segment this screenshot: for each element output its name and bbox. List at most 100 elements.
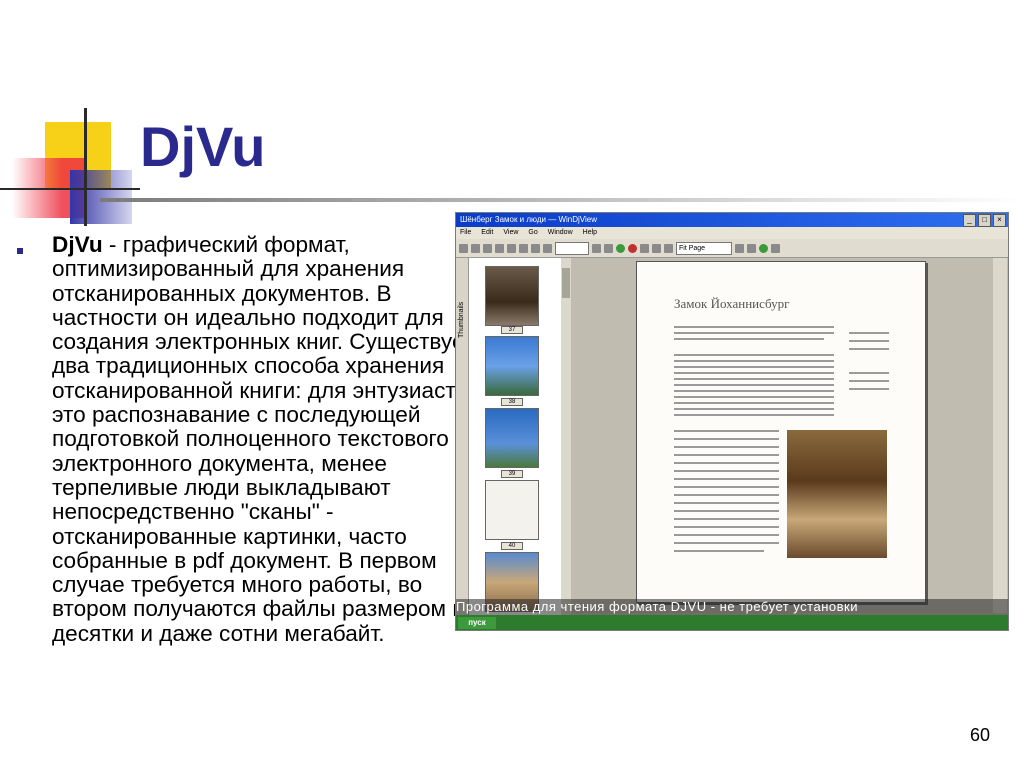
menu-item-view: View bbox=[503, 229, 519, 236]
layout-icon bbox=[640, 243, 649, 253]
text-line bbox=[674, 438, 779, 440]
menu-item-help: Help bbox=[582, 229, 598, 236]
slide-title: DjVu bbox=[140, 115, 266, 178]
text-line bbox=[674, 430, 779, 432]
text-line bbox=[674, 502, 779, 504]
start-button: пуск bbox=[458, 616, 496, 629]
text-line bbox=[674, 454, 779, 456]
window-titlebar: Шёнберг Замок и люди — WinDjView _ □ × bbox=[456, 213, 1008, 227]
text-line bbox=[674, 366, 834, 368]
menu-item-edit: Edit bbox=[481, 229, 494, 236]
text-line bbox=[674, 518, 779, 520]
text-line bbox=[674, 542, 779, 544]
thumbnail-image bbox=[485, 336, 539, 396]
zoom-icon bbox=[519, 243, 528, 253]
menu-item-go: Go bbox=[528, 229, 538, 236]
thumbnail-image bbox=[485, 266, 539, 326]
window-controls: _ □ × bbox=[963, 214, 1006, 227]
page-heading: Замок Йоханнисбург bbox=[674, 296, 790, 311]
window-title: Шёнберг Замок и люди — WinDjView bbox=[460, 215, 597, 224]
decorative-logo-block bbox=[0, 100, 140, 230]
forward-icon bbox=[628, 243, 637, 253]
zoom-field: Fit Page bbox=[676, 241, 732, 255]
thumbnails-tab: Thumbnails bbox=[456, 258, 469, 618]
text-line bbox=[674, 390, 834, 392]
text-line bbox=[674, 384, 834, 386]
thumbnail-image bbox=[485, 408, 539, 468]
sidenote-line bbox=[849, 348, 889, 350]
thumbnail-label: 38 bbox=[501, 398, 523, 406]
text-line bbox=[674, 470, 779, 472]
document-viewer: Замок Йоханнисбург bbox=[571, 258, 1008, 613]
text-line bbox=[674, 408, 834, 410]
text-line bbox=[674, 534, 779, 536]
zoom-out-icon bbox=[664, 243, 673, 253]
thumbnail-scrollbar bbox=[561, 258, 571, 618]
menu-item-window: Window bbox=[547, 229, 573, 236]
back-icon bbox=[616, 243, 625, 253]
sidenote-line bbox=[849, 380, 889, 382]
vertical-line bbox=[84, 108, 87, 226]
sidenote-line bbox=[849, 388, 889, 390]
thumbnail-image bbox=[485, 480, 539, 540]
bullet-term: DjVu bbox=[52, 232, 103, 257]
bullet-paragraph: DjVu - графический формат, оптимизирован… bbox=[52, 232, 492, 646]
print-icon bbox=[471, 243, 480, 253]
first-page-icon bbox=[531, 243, 540, 253]
select-icon bbox=[507, 243, 516, 253]
sidenote-line bbox=[849, 372, 889, 374]
text-line bbox=[674, 526, 779, 528]
thumbnail-label: 39 bbox=[501, 470, 523, 478]
rotate-back-icon bbox=[747, 243, 756, 253]
text-line bbox=[674, 372, 834, 374]
page-number: 60 bbox=[970, 725, 991, 745]
minimize-icon: _ bbox=[963, 214, 976, 227]
settings-icon bbox=[771, 243, 780, 253]
thumbnail-label: 40 bbox=[501, 542, 523, 550]
next-page-icon bbox=[592, 243, 601, 253]
sidenote-line bbox=[849, 332, 889, 334]
text-line bbox=[674, 326, 834, 328]
scroll-thumb bbox=[562, 268, 570, 298]
page-photo bbox=[787, 430, 887, 558]
text-line bbox=[674, 486, 779, 488]
rotate-icon bbox=[735, 243, 744, 253]
sidenote-line bbox=[849, 340, 889, 342]
close-icon: × bbox=[993, 214, 1006, 227]
text-line bbox=[674, 550, 764, 552]
text-line bbox=[674, 494, 779, 496]
viewer-screenshot: Шёнберг Замок и люди — WinDjView _ □ × F… bbox=[455, 212, 1009, 631]
bullet-text: - графический формат, оптимизированный д… bbox=[52, 232, 481, 646]
text-line bbox=[674, 332, 834, 334]
open-icon bbox=[459, 243, 468, 253]
thumbnails-panel: 37 38 39 40 bbox=[469, 258, 562, 618]
copy-icon bbox=[495, 243, 504, 253]
viewer-scrollbar bbox=[993, 258, 1007, 613]
text-line bbox=[674, 510, 779, 512]
page-number-field bbox=[555, 241, 589, 255]
text-line bbox=[674, 402, 834, 404]
thumbnails-tab-label: Thumbnails bbox=[458, 301, 465, 338]
text-line bbox=[674, 446, 779, 448]
find-icon bbox=[483, 243, 492, 253]
text-line bbox=[674, 414, 834, 416]
text-line bbox=[674, 360, 834, 362]
document-page: Замок Йоханнисбург bbox=[636, 261, 926, 603]
text-line bbox=[674, 478, 779, 480]
text-line bbox=[674, 354, 834, 356]
menu-item-file: File bbox=[460, 229, 472, 236]
title-underline bbox=[100, 198, 1024, 202]
horizontal-line bbox=[0, 188, 140, 190]
maximize-icon: □ bbox=[978, 214, 991, 227]
toolbar: Fit Page bbox=[456, 239, 1008, 258]
prev-page-icon bbox=[543, 243, 552, 253]
thumbnail-label: 37 bbox=[501, 326, 523, 334]
text-line bbox=[674, 378, 834, 380]
taskbar: пуск bbox=[456, 615, 1008, 630]
screenshot-caption: Программа для чтения формата DJVU - не т… bbox=[456, 599, 1008, 615]
blue-square bbox=[70, 170, 132, 224]
menu-bar: File Edit View Go Window Help bbox=[456, 227, 1008, 239]
text-line bbox=[674, 396, 834, 398]
display-icon bbox=[759, 243, 768, 253]
zoom-in-icon bbox=[652, 243, 661, 253]
